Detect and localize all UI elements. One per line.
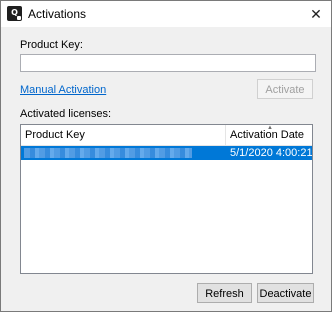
deactivate-button[interactable]: Deactivate (257, 283, 314, 303)
close-icon[interactable]: ✕ (301, 1, 331, 27)
activate-button[interactable]: Activate (257, 79, 313, 99)
table-row[interactable]: 5/1/2020 4:00:21 PM (21, 146, 312, 160)
list-header: Product Key ▲ Activation Date (21, 125, 312, 146)
column-header-activation-date[interactable]: ▲ Activation Date (226, 125, 312, 145)
column-header-product-key[interactable]: Product Key (21, 125, 226, 145)
activated-licenses-label: Activated licenses: (20, 108, 112, 120)
sort-ascending-icon: ▲ (267, 125, 273, 131)
window-title: Activations (28, 7, 87, 21)
title-bar: Q Activations ✕ (1, 1, 331, 27)
activation-date-cell: 5/1/2020 4:00:21 PM (230, 147, 313, 159)
manual-activation-link[interactable]: Manual Activation (20, 84, 106, 96)
activations-window: Q Activations ✕ Product Key: Manual Acti… (0, 0, 332, 312)
app-icon: Q (7, 6, 22, 21)
product-key-input[interactable] (20, 54, 316, 72)
refresh-button[interactable]: Refresh (197, 283, 252, 303)
product-key-cell-redacted (24, 148, 192, 158)
licenses-list[interactable]: Product Key ▲ Activation Date 5/1/2020 4… (20, 124, 313, 274)
product-key-label: Product Key: (20, 39, 83, 51)
